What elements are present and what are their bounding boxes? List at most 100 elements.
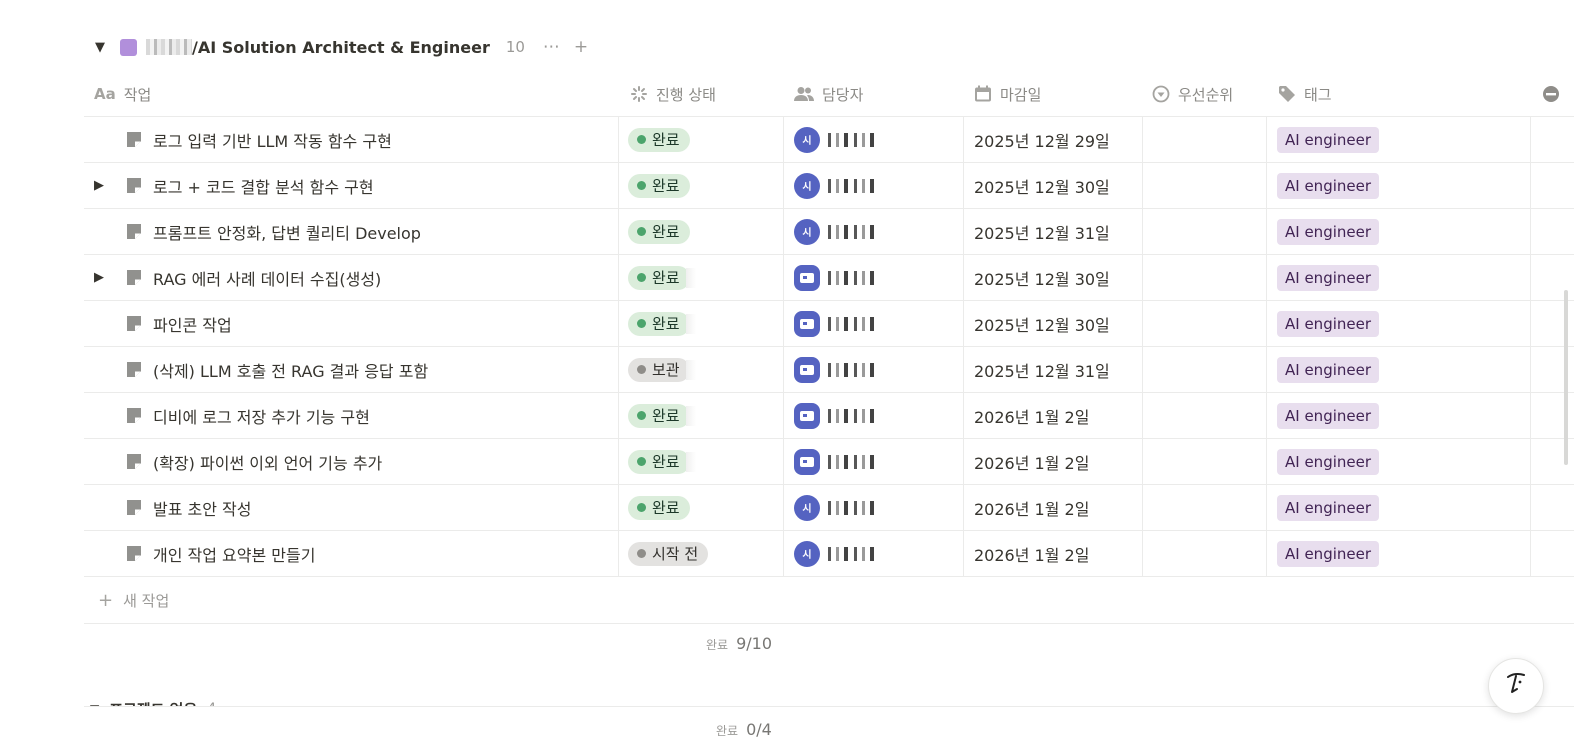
table-row[interactable]: 개인 작업 요약본 만들기 시작 전 시 2026년 1월 2일 AI engi…: [84, 531, 1574, 577]
status-cell[interactable]: 보관: [628, 347, 696, 392]
group-summary[interactable]: 완료 9/10: [706, 634, 772, 653]
table-row[interactable]: 로그 입력 기반 LLM 작동 함수 구현 완료 시 2025년 12월 29일…: [84, 117, 1574, 163]
assignee-cell[interactable]: 시: [794, 117, 880, 162]
avatar: [794, 402, 820, 429]
tags-cell[interactable]: AI engineer: [1277, 301, 1380, 346]
expand-toggle-icon[interactable]: ▶: [94, 255, 104, 300]
priority-cell[interactable]: [1152, 347, 1266, 392]
tags-cell[interactable]: AI engineer: [1277, 209, 1380, 254]
priority-cell[interactable]: [1152, 485, 1266, 530]
tags-cell[interactable]: AI engineer: [1277, 255, 1380, 300]
table-row[interactable]: ▶ RAG 에러 사례 데이터 수집(생성) 완료 2025년 12월 30일 …: [84, 255, 1574, 301]
task-title-cell[interactable]: 프롬프트 안정화, 답변 퀄리티 Develop: [126, 209, 421, 254]
tags-cell[interactable]: AI engineer: [1277, 393, 1380, 438]
bottom-summary[interactable]: 완료 0/4: [716, 720, 772, 739]
column-header-hidden-prop[interactable]: [1542, 72, 1560, 116]
table-row[interactable]: 발표 초안 작성 완료 시 2026년 1월 2일 AI engineer: [84, 485, 1574, 531]
priority-cell[interactable]: [1152, 163, 1266, 208]
status-cell[interactable]: 완료: [628, 163, 690, 208]
column-divider: [1266, 117, 1267, 162]
collapse-toggle-icon[interactable]: ▼: [90, 40, 110, 55]
new-task-row[interactable]: + 새 작업: [84, 577, 1574, 624]
due-cell[interactable]: 2025년 12월 31일: [974, 347, 1110, 392]
task-title-cell[interactable]: (확장) 파이썬 이외 언어 기능 추가: [126, 439, 382, 484]
due-cell[interactable]: 2025년 12월 30일: [974, 301, 1110, 346]
due-cell[interactable]: 2025년 12월 31일: [974, 209, 1110, 254]
table-row[interactable]: (확장) 파이썬 이외 언어 기능 추가 완료 2026년 1월 2일 AI e…: [84, 439, 1574, 485]
assignee-cell[interactable]: 시: [794, 163, 880, 208]
priority-cell[interactable]: [1152, 117, 1266, 162]
task-title-cell[interactable]: 파인콘 작업: [126, 301, 232, 346]
due-cell[interactable]: 2026년 1월 2일: [974, 531, 1089, 576]
priority-cell[interactable]: [1152, 255, 1266, 300]
column-header-assignee[interactable]: 담당자: [794, 72, 863, 116]
table-row[interactable]: 프롬프트 안정화, 답변 퀄리티 Develop 완료 시 2025년 12월 …: [84, 209, 1574, 255]
assignee-cell[interactable]: 시: [794, 531, 880, 576]
plus-icon[interactable]: +: [574, 37, 588, 57]
tags-cell[interactable]: AI engineer: [1277, 117, 1380, 162]
column-header-status[interactable]: 진행 상태: [630, 72, 716, 116]
due-cell[interactable]: 2025년 12월 30일: [974, 163, 1110, 208]
assignee-cell[interactable]: [794, 255, 880, 300]
scrollbar[interactable]: [1564, 290, 1568, 465]
table-row[interactable]: 디비에 로그 저장 추가 기능 구현 완료 2026년 1월 2일 AI eng…: [84, 393, 1574, 439]
due-cell[interactable]: 2026년 1월 2일: [974, 439, 1089, 484]
assignee-cell[interactable]: 시: [794, 485, 880, 530]
due-date: 2025년 12월 31일: [974, 223, 1110, 243]
chat-bubble-icon: [800, 456, 814, 467]
redacted-assignee-name: [828, 546, 880, 561]
status-cell[interactable]: 완료: [628, 209, 690, 254]
due-cell[interactable]: 2026년 1월 2일: [974, 393, 1089, 438]
task-title-cell[interactable]: 디비에 로그 저장 추가 기능 구현: [126, 393, 370, 438]
table-row[interactable]: 파인콘 작업 완료 2025년 12월 30일 AI engineer: [84, 301, 1574, 347]
notion-ai-button[interactable]: [1488, 658, 1544, 714]
priority-cell[interactable]: [1152, 439, 1266, 484]
column-divider: [963, 393, 964, 438]
status-label: 완료: [652, 223, 680, 241]
status-cell[interactable]: 완료: [628, 393, 696, 438]
task-title-cell[interactable]: 발표 초안 작성: [126, 485, 252, 530]
tags-cell[interactable]: AI engineer: [1277, 163, 1380, 208]
column-header-priority[interactable]: 우선순위: [1152, 72, 1233, 116]
assignee-cell[interactable]: [794, 301, 880, 346]
due-cell[interactable]: 2026년 1월 2일: [974, 485, 1089, 530]
task-title-cell[interactable]: 개인 작업 요약본 만들기: [126, 531, 315, 576]
task-title-cell[interactable]: (삭제) LLM 호출 전 RAG 결과 응답 포함: [126, 347, 428, 392]
due-cell[interactable]: 2025년 12월 30일: [974, 255, 1110, 300]
tags-cell[interactable]: AI engineer: [1277, 439, 1380, 484]
status-cell[interactable]: 완료: [628, 255, 696, 300]
task-title-cell[interactable]: RAG 에러 사례 데이터 수집(생성): [126, 255, 381, 300]
priority-cell[interactable]: [1152, 531, 1266, 576]
status-cell[interactable]: 완료: [628, 439, 696, 484]
column-header-title[interactable]: Aa 작업: [94, 72, 151, 116]
task-title-cell[interactable]: 로그 입력 기반 LLM 작동 함수 구현: [126, 117, 392, 162]
status-cell[interactable]: 완료: [628, 117, 690, 162]
ellipsis-icon[interactable]: ⋯: [543, 37, 560, 57]
assignee-cell[interactable]: [794, 347, 880, 392]
assignee-cell[interactable]: 시: [794, 209, 880, 254]
priority-cell[interactable]: [1152, 209, 1266, 254]
column-header-label: 마감일: [1000, 85, 1042, 104]
assignee-cell[interactable]: [794, 393, 880, 438]
page-icon: [126, 131, 142, 148]
task-title: 개인 작업 요약본 만들기: [153, 545, 316, 565]
column-header-due[interactable]: 마감일: [974, 72, 1041, 116]
assignee-cell[interactable]: [794, 439, 880, 484]
priority-cell[interactable]: [1152, 393, 1266, 438]
task-title-cell[interactable]: 로그 + 코드 결합 분석 함수 구현: [126, 163, 374, 208]
column-header-tags[interactable]: 태그: [1278, 72, 1332, 116]
avatar: 시: [794, 494, 820, 521]
tags-cell[interactable]: AI engineer: [1277, 531, 1380, 576]
tags-cell[interactable]: AI engineer: [1277, 347, 1380, 392]
status-cell[interactable]: 완료: [628, 485, 690, 530]
group-title[interactable]: /AI Solution Architect & Engineer: [192, 38, 490, 57]
status-cell[interactable]: 시작 전: [628, 531, 709, 576]
table-row[interactable]: (삭제) LLM 호출 전 RAG 결과 응답 포함 보관 2025년 12월 …: [84, 347, 1574, 393]
tags-cell[interactable]: AI engineer: [1277, 485, 1380, 530]
due-cell[interactable]: 2025년 12월 29일: [974, 117, 1110, 162]
priority-cell[interactable]: [1152, 301, 1266, 346]
status-cell[interactable]: 완료: [628, 301, 696, 346]
column-divider: [1142, 117, 1143, 162]
expand-toggle-icon[interactable]: ▶: [94, 163, 104, 208]
table-row[interactable]: ▶ 로그 + 코드 결합 분석 함수 구현 완료 시 2025년 12월 30일…: [84, 163, 1574, 209]
